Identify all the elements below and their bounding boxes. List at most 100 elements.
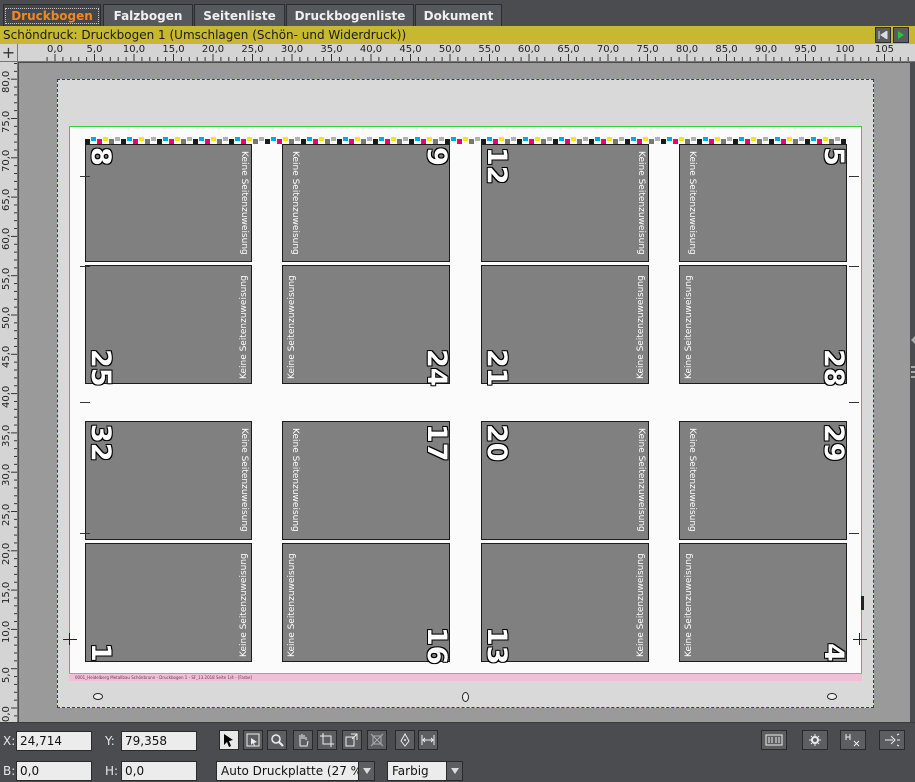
color-patch	[307, 137, 312, 141]
ruler-label: 30,0	[1, 463, 12, 487]
right-panel-edge	[910, 63, 915, 722]
ruler-origin-icon[interactable]: +	[0, 44, 18, 62]
height-field[interactable]: 0,0	[121, 761, 197, 781]
page-slot-1[interactable]: 1 Keine Seitenzuweisung	[85, 543, 252, 662]
first-sheet-button[interactable]	[875, 27, 891, 43]
x-field[interactable]: 24,714	[16, 731, 92, 751]
page-slot-12[interactable]: 12 Keine Seitenzuweisung	[481, 144, 649, 262]
page-number: 13	[481, 627, 512, 665]
sheet-title: Schöndruck: Druckbogen 1 (Umschlagen (Sc…	[3, 28, 407, 42]
page-assignment-label: Keine Seitenzuweisung	[239, 275, 249, 379]
page-slot-16[interactable]: 16 Keine Seitenzuweisung	[282, 543, 452, 665]
color-patch	[835, 137, 840, 141]
fold-mark	[849, 533, 859, 534]
page-slot-20[interactable]: 20 Keine Seitenzuweisung	[481, 421, 649, 540]
ruler-label: 10,0	[1, 621, 12, 644]
page-number: 24	[421, 349, 452, 387]
next-sheet-button[interactable]	[893, 27, 909, 43]
pointer-icon[interactable]	[219, 730, 239, 750]
page-slot-24[interactable]: 24 Keine Seitenzuweisung	[282, 265, 452, 387]
fold-mark	[849, 266, 859, 267]
color-mode-select[interactable]: Farbig	[387, 761, 463, 781]
panel-collapse-icon[interactable]	[911, 336, 915, 344]
zoom-icon[interactable]	[267, 730, 287, 750]
y-field[interactable]: 79,358	[121, 731, 197, 751]
page-slot-17[interactable]: 17 Keine Seitenzuweisung	[282, 421, 452, 540]
page-slot-9[interactable]: 9 Keine Seitenzuweisung	[282, 144, 452, 262]
y-label: Y:	[105, 734, 115, 748]
ruler-label: 70,0	[596, 44, 620, 55]
ruler-label: 55,0	[1, 267, 12, 290]
sheet-nav	[875, 27, 909, 43]
ruler-label: 100	[835, 44, 855, 55]
page-slot-8[interactable]: 8 Keine Seitenzuweisung	[85, 144, 252, 262]
color-patch	[469, 139, 474, 144]
tab-dokument[interactable]: Dokument	[415, 4, 502, 26]
color-patch	[91, 137, 96, 141]
rotate-page-icon[interactable]	[342, 730, 362, 750]
tab-druckbogenliste[interactable]: Druckbogenliste	[286, 4, 414, 26]
ruler-label: 35,0	[1, 424, 12, 447]
tab-seitenliste[interactable]: Seitenliste	[194, 4, 285, 26]
width-field[interactable]: 0,0	[16, 761, 92, 781]
page-slot-32[interactable]: 32 Keine Seitenzuweisung	[85, 421, 252, 540]
ruler-label: 55,0	[478, 44, 501, 55]
sheet-view-icon[interactable]	[761, 730, 787, 750]
color-patch	[619, 137, 624, 141]
color-patch	[547, 137, 552, 141]
fold-mark	[849, 176, 859, 177]
page-slot-5[interactable]: 5 Keine Seitenzuweisung	[679, 144, 849, 262]
color-patch	[499, 137, 504, 141]
crop-icon[interactable]	[317, 730, 337, 750]
color-patch	[703, 137, 708, 141]
page-assignment-label: Keine Seitenzuweisung	[239, 151, 249, 255]
color-patch	[265, 139, 270, 144]
color-patch	[271, 137, 276, 141]
color-patch	[775, 137, 780, 141]
page-slot-28[interactable]: 28 Keine Seitenzuweisung	[679, 265, 849, 387]
x-label: X:	[3, 734, 16, 748]
color-patch	[415, 137, 420, 141]
color-patch	[247, 137, 252, 141]
hand-icon[interactable]	[293, 730, 313, 750]
page-number: 25	[85, 349, 116, 387]
page-number: 12	[481, 147, 512, 185]
color-patch	[199, 137, 204, 141]
page-assignment-label: Keine Seitenzuweisung	[687, 151, 697, 255]
page-number: 1	[85, 643, 116, 662]
register-mark-icon	[853, 633, 867, 645]
ruler-label: 60,0	[1, 228, 12, 251]
color-control-strip	[85, 137, 846, 144]
plate-select[interactable]: Auto Druckplatte (27 %)	[216, 761, 375, 781]
pen-icon[interactable]	[395, 730, 415, 750]
page-slot-4[interactable]: 4 Keine Seitenzuweisung	[679, 543, 849, 662]
color-patch	[253, 139, 258, 144]
page-slot-29[interactable]: 29 Keine Seitenzuweisung	[679, 421, 849, 540]
color-patch	[655, 137, 660, 141]
distance-icon[interactable]	[418, 730, 438, 750]
page-number: 8	[85, 147, 116, 166]
mark-icon[interactable]	[367, 730, 387, 750]
color-patch	[535, 137, 540, 141]
tab-falzbogen[interactable]: Falzbogen	[103, 4, 193, 26]
tolerance-icon[interactable]	[840, 730, 866, 750]
color-patch	[595, 137, 600, 141]
light-icon[interactable]	[879, 730, 905, 750]
page-slot-21[interactable]: 21 Keine Seitenzuweisung	[481, 265, 649, 387]
page-slot-13[interactable]: 13 Keine Seitenzuweisung	[481, 543, 649, 665]
color-patch	[463, 137, 468, 141]
page-assignment-label: Keine Seitenzuweisung	[636, 151, 646, 255]
color-patch	[523, 137, 528, 141]
tab-druckbogen[interactable]: Druckbogen	[3, 4, 101, 26]
select-frame-icon[interactable]	[243, 730, 263, 750]
side-lay-mark	[861, 596, 864, 610]
page-number: 17	[421, 424, 452, 462]
vertical-ruler: 80,0 75,0 70,0 65,0 60,0 55,0 50,0 45,0 40,0 35,0…	[0, 62, 18, 722]
page-slot-25[interactable]: 25 Keine Seitenzuweisung	[85, 265, 252, 387]
settings-icon[interactable]	[802, 730, 828, 750]
ruler-label: 40,0	[359, 44, 383, 55]
color-patch	[151, 137, 156, 141]
gripper-mark-icon	[827, 693, 837, 700]
page-assignment-label: Keine Seitenzuweisung	[636, 275, 646, 379]
color-patch	[343, 137, 348, 141]
